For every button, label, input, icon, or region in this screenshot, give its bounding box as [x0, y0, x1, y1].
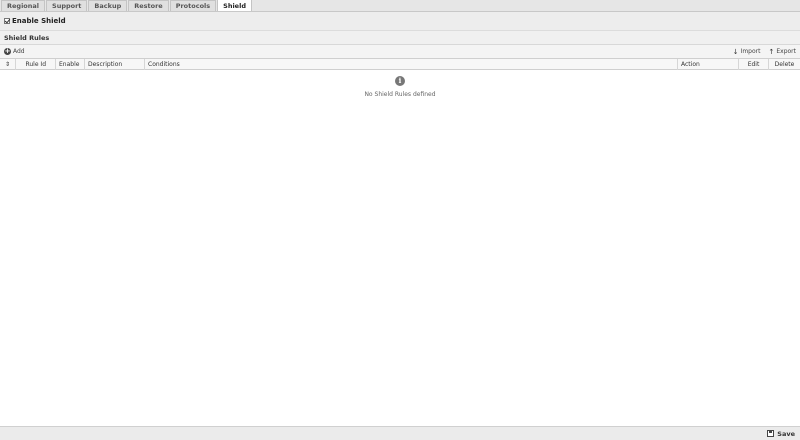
column-header-enable[interactable]: Enable: [56, 59, 85, 70]
section-title: Shield Rules: [0, 31, 800, 45]
column-header-delete: Delete: [774, 61, 795, 68]
empty-state: i No Shield Rules defined: [0, 76, 800, 98]
column-header-edit: Edit: [739, 59, 769, 70]
save-disk-icon: [767, 430, 775, 437]
tab-support[interactable]: Support: [46, 0, 88, 11]
column-header-conditions[interactable]: Conditions: [145, 59, 678, 70]
tab-shield[interactable]: Shield: [217, 0, 252, 11]
save-button[interactable]: Save: [767, 430, 795, 438]
add-button[interactable]: + Add: [4, 48, 25, 55]
tab-protocols[interactable]: Protocols: [169, 0, 217, 11]
plus-circle-icon: +: [4, 47, 11, 55]
settings-tab-bar: Regional Support Backup Restore Protocol…: [0, 0, 800, 12]
column-header-action[interactable]: Action: [678, 59, 739, 70]
info-icon: i: [395, 76, 405, 86]
rules-toolbar: + Add ↓ Import ↑ Export: [0, 45, 800, 58]
export-button[interactable]: ↑ Export: [768, 48, 796, 56]
enable-shield-label[interactable]: Enable Shield: [12, 17, 66, 25]
footer-bar: Save: [0, 426, 800, 440]
sort-handle-icon[interactable]: ⇕: [0, 59, 16, 70]
column-header-description[interactable]: Description: [85, 59, 145, 70]
import-button[interactable]: ↓ Import: [733, 48, 761, 56]
export-button-label: Export: [776, 48, 796, 55]
enable-shield-row: Enable Shield: [0, 12, 800, 31]
arrow-up-icon: ↑: [768, 47, 775, 56]
tab-restore[interactable]: Restore: [128, 0, 169, 11]
enable-shield-checkbox[interactable]: [4, 18, 10, 24]
empty-message: No Shield Rules defined: [364, 91, 436, 98]
column-header-rule-id[interactable]: Rule Id: [16, 59, 56, 70]
save-button-label: Save: [777, 429, 795, 438]
import-button-label: Import: [740, 48, 761, 55]
tab-backup[interactable]: Backup: [88, 0, 128, 11]
rules-table-header: ⇕ Rule Id Enable Description Conditions …: [0, 58, 800, 70]
arrow-down-icon: ↓: [732, 47, 739, 56]
tab-regional[interactable]: Regional: [1, 0, 46, 11]
add-button-label: Add: [13, 48, 25, 55]
